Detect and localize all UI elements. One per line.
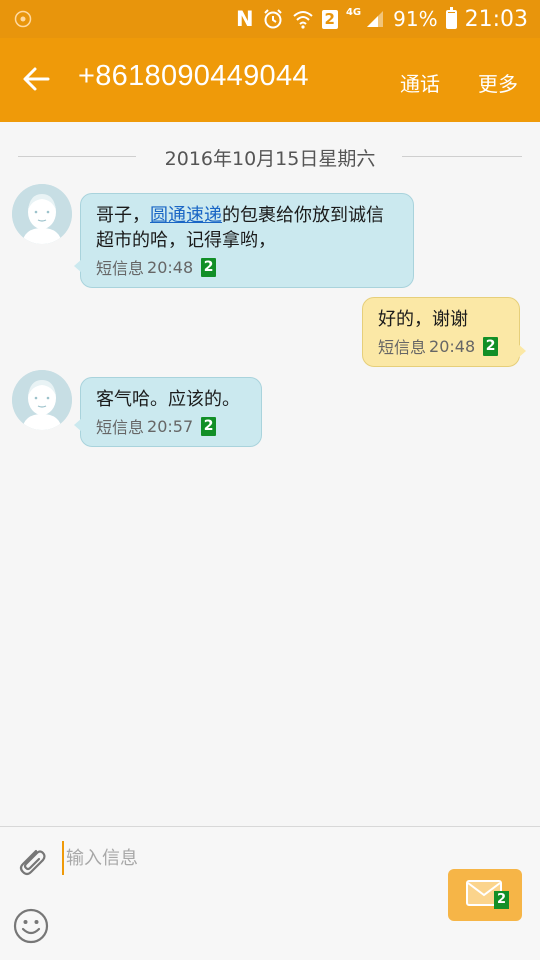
battery-percent: 91% <box>393 7 438 31</box>
status-bar: N 2 4G 91% 21:03 <box>0 0 540 38</box>
contact-number-title: +8618090449044 <box>78 60 309 92</box>
message-type: 短信息 <box>96 418 145 437</box>
send-button[interactable]: 2 <box>448 869 522 921</box>
more-button[interactable]: 更多 <box>478 68 518 97</box>
message-meta: 短信息 20:48 2 <box>96 255 399 279</box>
sim-badge: 2 <box>201 257 217 277</box>
message-type: 短信息 <box>378 338 427 357</box>
message-time: 20:57 <box>147 416 194 436</box>
message-text: 客气哈。应该的。 <box>96 389 240 410</box>
bubble-tail <box>518 344 526 358</box>
message-input[interactable] <box>62 841 422 875</box>
message-text: 好的，谢谢 <box>378 309 468 330</box>
nfc-icon: N <box>235 7 254 31</box>
sim-badge: 2 <box>483 336 499 356</box>
message-type: 短信息 <box>96 259 145 278</box>
network-type: 4G <box>345 6 362 18</box>
sim-badge: 2 <box>201 416 217 436</box>
status-icons: N 2 4G 91% 21:03 <box>236 0 528 38</box>
message-meta: 短信息 20:48 2 <box>378 334 505 358</box>
samsung-account-icon <box>14 10 32 28</box>
app-bar: +8618090449044 通话 更多 <box>0 38 540 122</box>
battery-icon <box>445 6 457 29</box>
person-avatar-icon <box>12 370 72 430</box>
bubble-tail <box>74 259 82 273</box>
person-avatar-icon <box>12 184 72 244</box>
signal-icon <box>367 11 384 27</box>
wifi-icon <box>292 11 313 29</box>
date-separator: 2016年10月15日星期六 <box>18 142 522 170</box>
divider <box>402 156 522 157</box>
contact-avatar[interactable] <box>12 184 72 244</box>
smiley-icon[interactable] <box>12 907 50 945</box>
message-text: 哥子，圆通速递的包裹给你放到诚信超市的哈，记得拿哟， <box>96 203 399 253</box>
battery-level <box>447 12 455 27</box>
message-composer: 2 <box>0 826 540 960</box>
message-time: 20:48 <box>429 336 476 356</box>
call-button[interactable]: 通话 <box>400 68 440 97</box>
back-arrow-icon[interactable] <box>20 62 54 96</box>
message-bubble-incoming[interactable]: 哥子，圆通速递的包裹给你放到诚信超市的哈，记得拿哟， 短信息 20:48 2 <box>74 193 414 288</box>
courier-link[interactable]: 圆通速递 <box>150 205 222 226</box>
clock: 21:03 <box>464 6 528 32</box>
send-sim-badge: 2 <box>494 891 509 909</box>
date-label: 2016年10月15日星期六 <box>164 148 376 170</box>
contact-avatar[interactable] <box>12 370 72 430</box>
bubble-tail <box>74 418 82 432</box>
message-text-part: 哥子， <box>96 205 150 226</box>
paperclip-icon[interactable] <box>14 843 50 879</box>
sim-slot-badge: 2 <box>321 9 338 29</box>
message-time: 20:48 <box>147 257 194 277</box>
message-bubble-incoming[interactable]: 客气哈。应该的。 短信息 20:57 2 <box>74 377 262 447</box>
message-bubble-outgoing[interactable]: 好的，谢谢 短信息 20:48 2 <box>362 297 526 367</box>
alarm-icon <box>263 9 282 29</box>
message-meta: 短信息 20:57 2 <box>96 414 247 438</box>
